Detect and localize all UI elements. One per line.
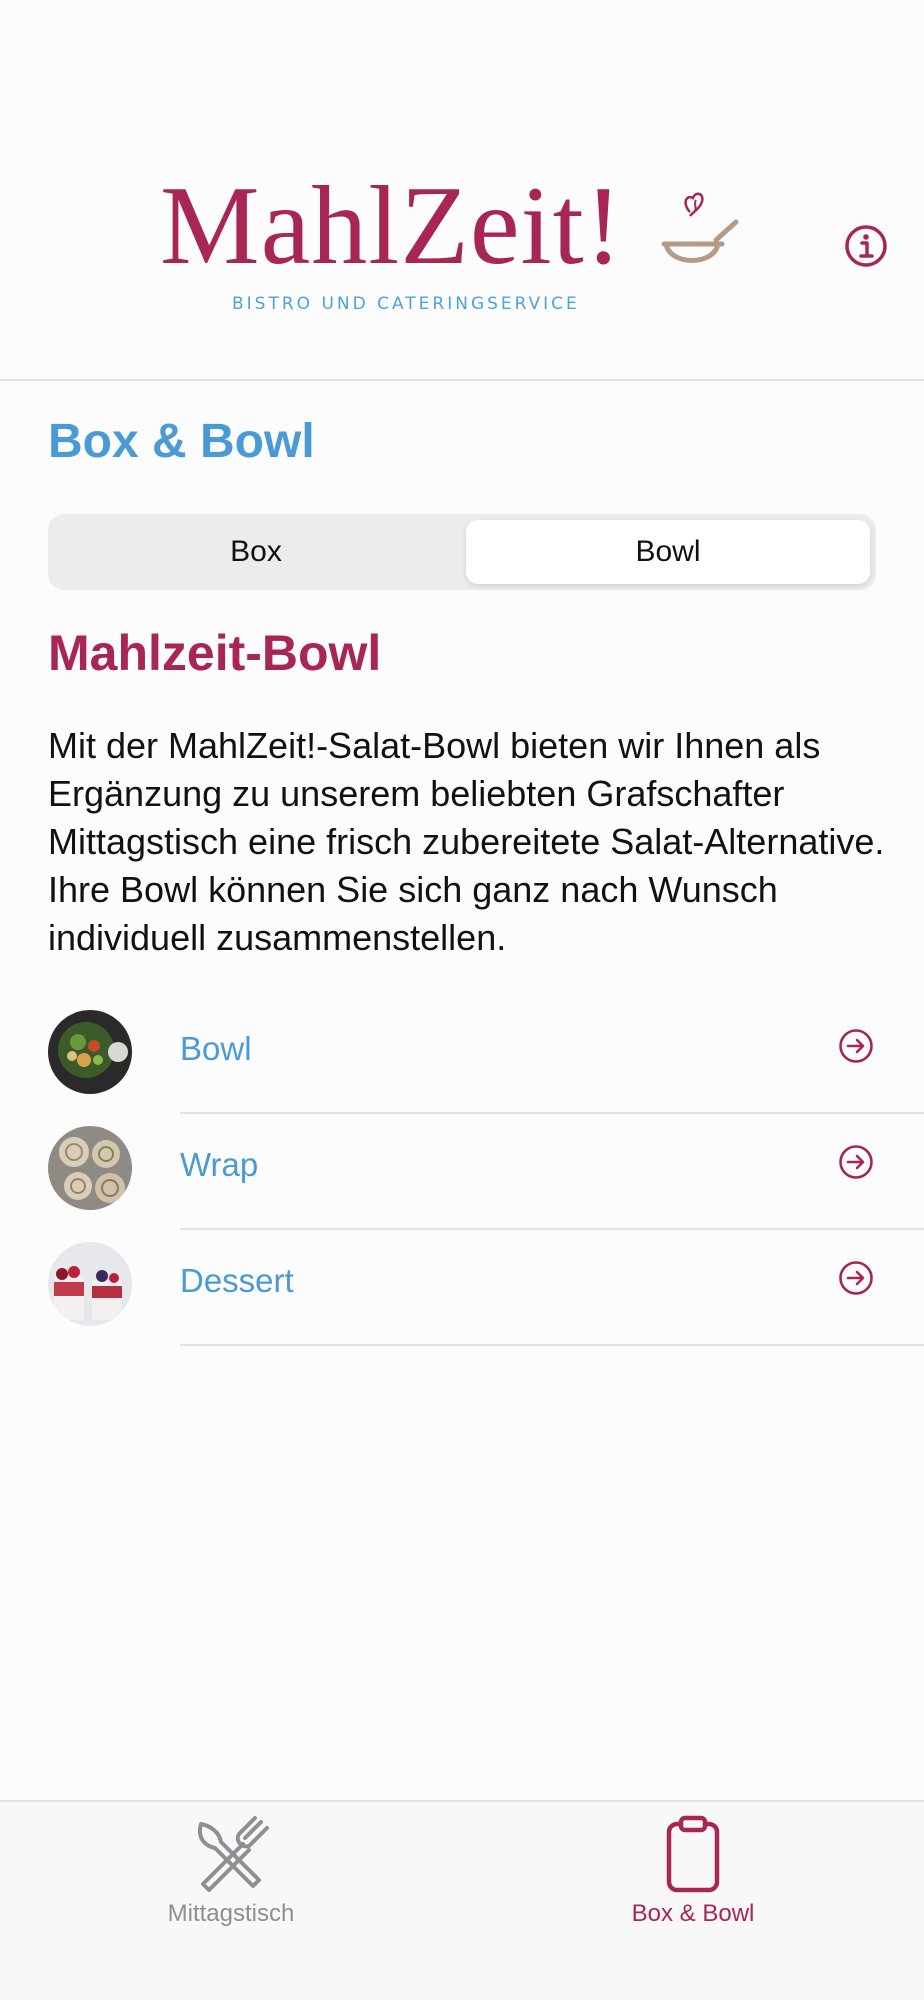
tab-box-bowl[interactable]: Box & Bowl [462,1802,924,1942]
arrow-right-circle-icon[interactable] [838,1144,874,1180]
divider [180,1228,924,1230]
dessert-photo [48,1242,132,1326]
list-item-label: Dessert [180,1262,294,1299]
fork-knife-icon [198,1816,269,1892]
wrap-photo [48,1126,132,1210]
arrow-right-circle-icon[interactable] [838,1028,874,1064]
logo-subtitle: BISTRO UND CATERINGSERVICE [232,294,580,314]
divider [180,1344,924,1346]
bowl-photo [48,1010,132,1094]
app-header: MahlZeit! BISTRO UND CATERINGSERVICE [0,0,924,381]
arrow-right-circle-icon[interactable] [838,1260,874,1296]
list-item-label: Bowl [180,1030,252,1067]
tab-label: Mittagstisch [167,1900,295,1927]
tab-mittagstisch[interactable]: Mittagstisch [0,1802,462,1942]
page-title: Box & Bowl [48,415,315,468]
mahlzeit-logo: MahlZeit! BISTRO UND CATERINGSERVICE [160,170,740,320]
box-bowl-segmented-control: Box Bowl [48,514,876,590]
content-title: Mahlzeit-Bowl [48,625,382,681]
bowl-logo-icon [661,192,739,263]
content-description: Mit der MahlZeit!-Salat-Bowl bieten wir … [48,725,885,958]
clipboard-icon [666,1815,720,1893]
logo-text: MahlZeit! [160,164,624,288]
divider [180,1112,924,1114]
segment-box[interactable]: Box [54,520,458,584]
tab-label: Box & Bowl [631,1900,755,1927]
list-item-dessert[interactable]: Dessert [0,1232,924,1348]
info-icon[interactable] [844,224,888,268]
list-item-bowl[interactable]: Bowl [0,1000,924,1116]
tab-bar: Mittagstisch Box & Bowl [0,1800,924,2000]
segment-bowl[interactable]: Bowl [466,520,870,584]
menu-list: Bowl Wrap Dessert [0,1000,924,1348]
list-item-wrap[interactable]: Wrap [0,1116,924,1232]
list-item-label: Wrap [180,1146,259,1183]
